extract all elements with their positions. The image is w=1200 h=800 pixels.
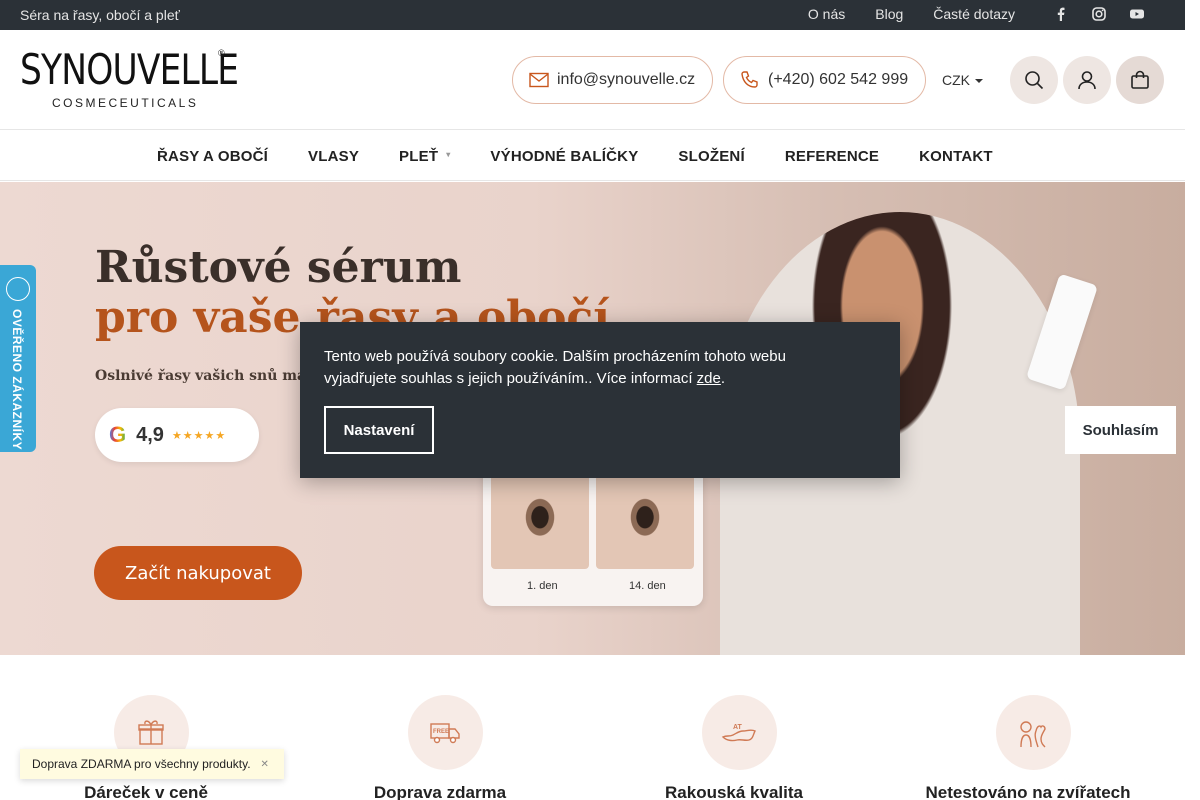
facebook-icon[interactable] <box>1053 6 1069 22</box>
user-icon <box>1078 71 1096 90</box>
phone-contact[interactable]: (+420) 602 542 999 <box>723 56 926 104</box>
delivery-truck-icon: FREE <box>407 695 483 770</box>
google-rating: G 4,9 ★★★★★ <box>95 408 259 462</box>
feature-austrian-quality: AT Rakouská kvalita <box>639 695 839 800</box>
cookie-banner: Tento web používá soubory cookie. Dalším… <box>300 322 1176 478</box>
rating-score: 4,9 <box>136 423 164 446</box>
hero-lead: Oslnivé řasy vašich snů máte <box>95 368 322 384</box>
search-button[interactable] <box>1010 56 1058 104</box>
animals-icon <box>995 695 1071 770</box>
google-icon: G <box>109 422 127 447</box>
nav-item-ingredients[interactable]: SLOŽENÍ <box>678 148 744 165</box>
envelope-icon <box>529 72 549 88</box>
phone-icon <box>741 71 758 88</box>
nav-item-bundles[interactable]: VÝHODNÉ BALÍČKY <box>490 148 638 165</box>
verified-customers-tab[interactable]: OVĚŘENO ZÁKAZNÍKY <box>0 265 36 452</box>
cookie-accept-button[interactable]: Souhlasím <box>1065 406 1176 454</box>
nav-item-skin[interactable]: PLEŤ ▾ <box>399 148 450 165</box>
close-icon[interactable]: ✕ <box>261 759 269 770</box>
main-nav: ŘASY A OBOČÍ VLASY PLEŤ ▾ VÝHODNÉ BALÍČKY… <box>0 131 1185 181</box>
austria-map-icon: AT <box>701 695 777 770</box>
cookie-settings-button[interactable]: Nastavení <box>324 406 434 454</box>
account-button[interactable] <box>1063 56 1111 104</box>
svg-text:AT: AT <box>733 724 743 731</box>
registered-mark: ® <box>218 48 225 58</box>
search-icon <box>1025 71 1044 90</box>
feature-cruelty-free: Netestováno na zvířatech <box>925 695 1133 800</box>
feature-gift: Dáreček v ceně <box>51 695 251 800</box>
before-label: 1. den <box>527 580 558 592</box>
currency-select[interactable]: CZK <box>942 72 983 88</box>
email-contact[interactable]: info@synouvelle.cz <box>512 56 713 104</box>
link-about[interactable]: O nás <box>808 6 845 22</box>
link-blog[interactable]: Blog <box>875 6 903 22</box>
top-bar: Séra na řasy, obočí a pleť O nás Blog Ča… <box>0 0 1185 30</box>
feature-free-shipping-label: Doprava zdarma <box>373 783 507 800</box>
cookie-text: Tento web používá soubory cookie. Dalším… <box>324 346 844 390</box>
nav-item-references[interactable]: REFERENCE <box>785 148 879 165</box>
feature-austrian-quality-label: Rakouská kvalita <box>665 783 803 800</box>
shipping-toast: Doprava ZDARMA pro všechny produkty. ✕ <box>20 749 284 779</box>
cookie-suffix: . <box>720 370 726 387</box>
cart-button[interactable] <box>1116 56 1164 104</box>
nav-item-skin-label: PLEŤ <box>399 148 439 165</box>
dropdown-arrow-icon: ▾ <box>446 150 451 159</box>
tagline: Séra na řasy, obočí a pleť <box>20 7 180 23</box>
currency-value: CZK <box>942 72 970 88</box>
feature-cruelty-free-label: Netestováno na zvířatech <box>925 783 1131 800</box>
rating-stars: ★★★★★ <box>171 429 227 442</box>
nav-item-hair[interactable]: VLASY <box>308 148 359 165</box>
header: SYNOUVELLE ® COSMECEUTICALS info@synouve… <box>0 30 1185 130</box>
logo-brand: SYNOUVELLE <box>20 45 239 94</box>
feature-free-shipping: FREE Doprava zdarma <box>345 695 545 800</box>
logo[interactable]: SYNOUVELLE ® COSMECEUTICALS <box>20 45 239 114</box>
top-links: O nás Blog Časté dotazy <box>778 6 1145 22</box>
link-faq[interactable]: Časté dotazy <box>933 6 1015 22</box>
hero-title-line1: Růstové sérum <box>95 242 462 293</box>
cookie-more-link[interactable]: zde <box>697 370 721 387</box>
feature-gift-label: Dáreček v ceně <box>84 783 208 800</box>
caret-down-icon <box>975 79 983 84</box>
after-label: 14. den <box>629 580 666 592</box>
svg-text:FREE: FREE <box>433 729 449 735</box>
email-text: info@synouvelle.cz <box>557 71 696 88</box>
verified-badge-icon <box>6 277 30 301</box>
bag-icon <box>1131 70 1149 89</box>
logo-subtitle: COSMECEUTICALS <box>52 96 199 110</box>
verified-label: OVĚŘENO ZÁKAZNÍKY <box>10 309 24 451</box>
nav-item-contact[interactable]: KONTAKT <box>919 148 993 165</box>
toast-text: Doprava ZDARMA pro všechny produkty. <box>32 757 251 771</box>
start-shopping-button[interactable]: Začít nakupovat <box>94 546 302 600</box>
youtube-icon[interactable] <box>1129 6 1145 22</box>
instagram-icon[interactable] <box>1091 6 1107 22</box>
phone-text: (+420) 602 542 999 <box>768 71 909 88</box>
social-links <box>1031 6 1145 22</box>
nav-item-lashes[interactable]: ŘASY A OBOČÍ <box>157 148 268 165</box>
